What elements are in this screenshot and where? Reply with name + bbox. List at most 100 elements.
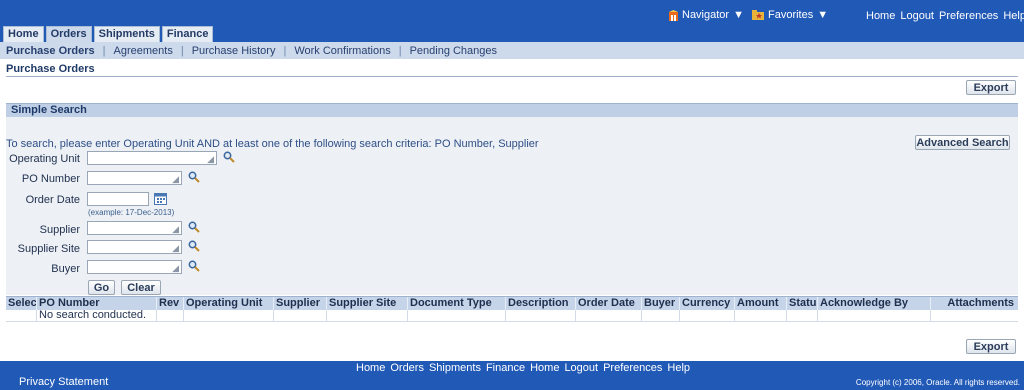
subtab-separator: | <box>180 44 184 57</box>
favorites-label[interactable]: Favorites <box>768 9 813 21</box>
footer-link-logout[interactable]: Logout <box>564 362 598 374</box>
column-header-document-type[interactable]: Document Type <box>408 297 506 311</box>
chevron-down-icon: ▼ <box>817 9 829 21</box>
dropdown-icon: ◢ <box>172 243 179 253</box>
copyright-text: Copyright (c) 2006, Oracle. All rights r… <box>855 378 1020 387</box>
subtab-work-confirmations[interactable]: Work Confirmations <box>294 45 390 57</box>
clear-button[interactable]: Clear <box>121 280 161 295</box>
order-date-hint: (example: 17-Dec-2013) <box>88 208 175 217</box>
search-icon[interactable] <box>188 171 200 183</box>
subtab-separator: | <box>283 44 287 57</box>
search-icon[interactable] <box>188 260 200 272</box>
dropdown-icon: ◢ <box>172 224 179 234</box>
subtab-separator: | <box>102 44 106 57</box>
main-tabs: Home Orders Shipments Finance <box>3 26 214 42</box>
tab-orders[interactable]: Orders <box>45 26 92 42</box>
global-link-preferences[interactable]: Preferences <box>939 10 998 22</box>
footer: Home Orders Shipments Finance Home Logou… <box>0 361 1024 390</box>
advanced-search-button[interactable]: Advanced Search <box>915 135 1010 150</box>
footer-link-preferences[interactable]: Preferences <box>603 362 662 374</box>
tab-home[interactable]: Home <box>3 26 44 42</box>
subtab-bar: Purchase Orders | Agreements | Purchase … <box>0 42 1024 59</box>
operating-unit-input[interactable]: ◢ <box>87 151 217 165</box>
export-button-bottom[interactable]: Export <box>966 339 1016 354</box>
table-cell <box>642 310 680 322</box>
supplier-site-label: Supplier Site <box>17 243 80 255</box>
search-icon[interactable] <box>188 221 200 233</box>
dropdown-icon: ◢ <box>172 263 179 273</box>
footer-links: Home Orders Shipments Finance Home Logou… <box>356 362 690 374</box>
column-header-order-date[interactable]: Order Date <box>576 297 642 311</box>
column-header-supplier[interactable]: Supplier <box>274 297 327 311</box>
table-cell <box>818 310 931 322</box>
po-number-label: PO Number <box>21 173 80 185</box>
footer-link-orders[interactable]: Orders <box>390 362 424 374</box>
go-button[interactable]: Go <box>88 280 115 295</box>
column-header-rev: Rev <box>157 297 184 311</box>
footer-link-home[interactable]: Home <box>356 362 385 374</box>
supplier-label: Supplier <box>39 224 80 236</box>
supplier-input[interactable]: ◢ <box>87 221 182 235</box>
navigator-icon <box>669 9 678 21</box>
table-cell <box>274 310 327 322</box>
tab-finance[interactable]: Finance <box>161 26 214 42</box>
table-cell <box>6 310 37 322</box>
results-table-header: Select PO Number Rev Operating Unit Supp… <box>6 296 1018 311</box>
table-row: No search conducted. <box>6 310 1018 322</box>
tab-shipments[interactable]: Shipments <box>93 26 160 42</box>
column-header-buyer[interactable]: Buyer <box>642 297 680 311</box>
global-header: Navigator ▼ Favorites ▼ Home Logout Pref… <box>0 0 1024 42</box>
global-link-logout[interactable]: Logout <box>900 10 934 22</box>
order-date-input[interactable] <box>87 192 149 206</box>
column-header-select: Select <box>8 297 37 311</box>
search-icon[interactable] <box>188 240 200 252</box>
search-icon[interactable] <box>223 151 235 163</box>
calendar-icon[interactable] <box>154 192 167 205</box>
navigator-menu[interactable]: Navigator ▼ <box>669 9 744 21</box>
table-cell <box>157 310 184 322</box>
footer-link-finance[interactable]: Finance <box>486 362 525 374</box>
table-cell <box>506 310 576 322</box>
global-links: Home Logout Preferences Help <box>866 10 1024 22</box>
privacy-statement-link[interactable]: Privacy Statement <box>19 376 108 388</box>
buyer-label: Buyer <box>51 263 80 275</box>
table-cell <box>680 310 735 322</box>
footer-link-shipments[interactable]: Shipments <box>429 362 481 374</box>
simple-search-title: Simple Search <box>11 104 87 116</box>
column-header-amount[interactable]: Amount <box>735 297 787 311</box>
table-cell <box>327 310 408 322</box>
export-button-top[interactable]: Export <box>966 80 1016 95</box>
table-cell <box>787 310 818 322</box>
simple-search-header: Simple Search <box>6 103 1018 117</box>
column-header-description[interactable]: Description <box>506 297 576 311</box>
subtab-agreements[interactable]: Agreements <box>114 45 173 57</box>
subtab-purchase-history[interactable]: Purchase History <box>192 45 276 57</box>
column-header-currency[interactable]: Currency <box>680 297 735 311</box>
favorites-menu[interactable]: Favorites ▼ <box>752 9 828 21</box>
column-header-operating-unit[interactable]: Operating Unit <box>184 297 274 311</box>
page-title: Purchase Orders <box>6 63 95 75</box>
table-cell <box>576 310 642 322</box>
subtab-separator: | <box>398 44 402 57</box>
favorites-icon <box>752 10 764 20</box>
footer-link-help[interactable]: Help <box>667 362 690 374</box>
column-header-acknowledge-by[interactable]: Acknowledge By <box>818 297 931 311</box>
supplier-site-input[interactable]: ◢ <box>87 240 182 254</box>
subtab-purchase-orders[interactable]: Purchase Orders <box>6 45 95 57</box>
global-link-home[interactable]: Home <box>866 10 895 22</box>
global-link-help[interactable]: Help <box>1003 10 1024 22</box>
column-header-supplier-site[interactable]: Supplier Site <box>327 297 408 311</box>
navigator-label[interactable]: Navigator <box>682 9 729 21</box>
po-number-input[interactable]: ◢ <box>87 171 182 185</box>
footer-link-home-2[interactable]: Home <box>530 362 559 374</box>
column-header-status[interactable]: Status <box>787 297 818 311</box>
table-cell <box>735 310 787 322</box>
search-instructions: To search, please enter Operating Unit A… <box>6 138 539 150</box>
table-cell <box>184 310 274 322</box>
page-title-divider <box>6 76 1018 77</box>
table-cell <box>408 310 506 322</box>
subtab-pending-changes[interactable]: Pending Changes <box>410 45 497 57</box>
empty-results-message: No search conducted. <box>37 310 157 322</box>
dropdown-icon: ◢ <box>172 174 179 184</box>
buyer-input[interactable]: ◢ <box>87 260 182 274</box>
